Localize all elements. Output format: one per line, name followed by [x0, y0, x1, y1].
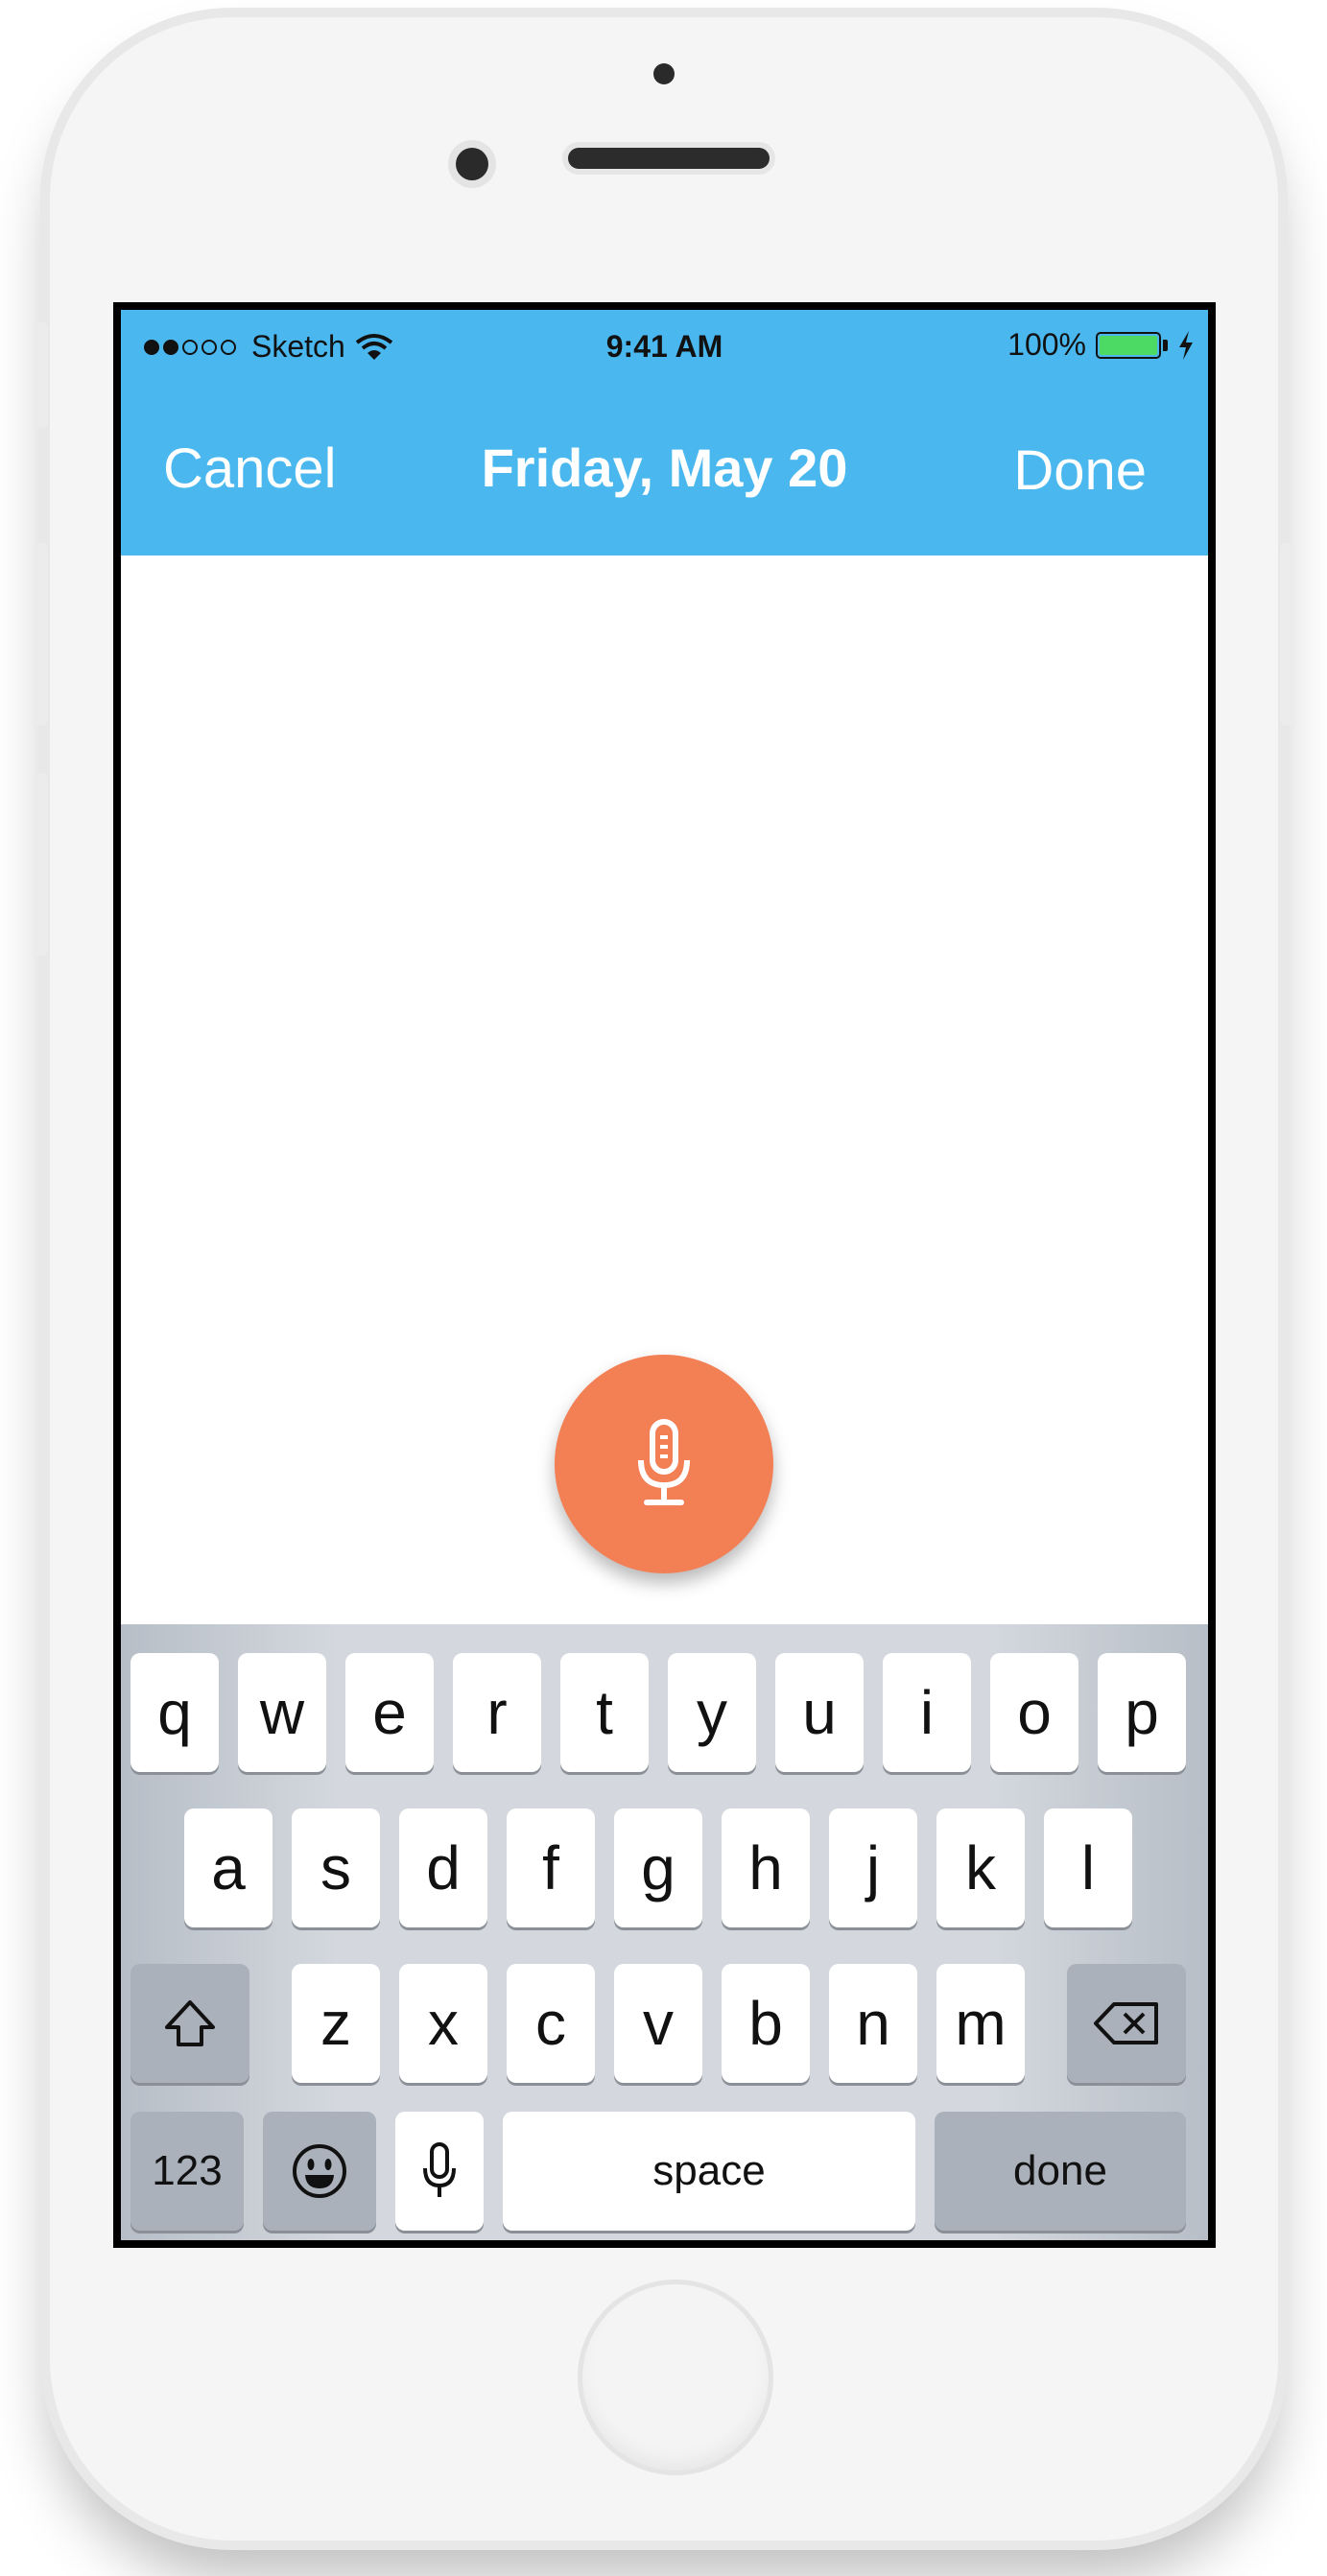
- key-j[interactable]: j: [829, 1808, 917, 1927]
- key-p[interactable]: p: [1098, 1653, 1186, 1772]
- key-v[interactable]: v: [614, 1964, 702, 2083]
- battery-icon: [1096, 331, 1161, 359]
- key-l[interactable]: l: [1044, 1808, 1132, 1927]
- key-z[interactable]: z: [292, 1964, 380, 2083]
- microphone-icon: [423, 2142, 456, 2197]
- earpiece-speaker: [568, 148, 770, 169]
- volume-up-button: [35, 543, 48, 725]
- key-k[interactable]: k: [936, 1808, 1025, 1927]
- battery-fill: [1100, 335, 1157, 355]
- status-bar: Sketch 9:41 AM 100%: [121, 310, 1208, 377]
- header: Sketch 9:41 AM 100% Cancel Friday, May 2…: [121, 310, 1208, 555]
- battery-percent: 100%: [1007, 327, 1086, 362]
- front-camera: [653, 63, 675, 84]
- key-t[interactable]: t: [560, 1653, 649, 1772]
- key-b[interactable]: b: [722, 1964, 810, 2083]
- key-a[interactable]: a: [184, 1808, 273, 1927]
- numbers-key[interactable]: 123: [130, 2112, 244, 2231]
- app-display: Sketch 9:41 AM 100% Cancel Friday, May 2…: [121, 310, 1208, 2240]
- power-button: [1280, 543, 1293, 725]
- key-h[interactable]: h: [722, 1808, 810, 1927]
- keyboard-done-key[interactable]: done: [935, 2112, 1186, 2231]
- done-button[interactable]: Done: [1013, 438, 1147, 503]
- shift-key[interactable]: [130, 1964, 249, 2083]
- key-o[interactable]: o: [990, 1653, 1078, 1772]
- emoji-key[interactable]: [263, 2112, 376, 2231]
- charging-bolt-icon: [1179, 330, 1193, 360]
- volume-down-button: [35, 773, 48, 956]
- key-x[interactable]: x: [399, 1964, 487, 2083]
- key-u[interactable]: u: [775, 1653, 864, 1772]
- key-n[interactable]: n: [829, 1964, 917, 2083]
- battery-cap: [1163, 339, 1168, 351]
- key-e[interactable]: e: [345, 1653, 434, 1772]
- key-m[interactable]: m: [936, 1964, 1025, 2083]
- proximity-sensor: [456, 148, 488, 180]
- home-button[interactable]: [578, 2280, 773, 2475]
- delete-key[interactable]: [1067, 1964, 1186, 2083]
- keyboard: q w e r t y u i o p a s d f g h j k l z …: [121, 1624, 1208, 2240]
- backspace-icon: [1094, 2002, 1158, 2044]
- key-s[interactable]: s: [292, 1808, 380, 1927]
- emoji-icon: [293, 2144, 346, 2198]
- screen: Sketch 9:41 AM 100% Cancel Friday, May 2…: [113, 302, 1216, 2248]
- key-w[interactable]: w: [238, 1653, 326, 1772]
- key-i[interactable]: i: [883, 1653, 971, 1772]
- key-f[interactable]: f: [507, 1808, 595, 1927]
- key-g[interactable]: g: [614, 1808, 702, 1927]
- space-key[interactable]: space: [503, 2112, 915, 2231]
- shift-arrow-icon: [165, 2000, 215, 2046]
- key-y[interactable]: y: [668, 1653, 756, 1772]
- key-r[interactable]: r: [453, 1653, 541, 1772]
- microphone-icon: [638, 1419, 690, 1505]
- dictation-key[interactable]: [395, 2112, 484, 2231]
- mute-switch: [35, 322, 48, 428]
- key-c[interactable]: c: [507, 1964, 595, 2083]
- key-q[interactable]: q: [130, 1653, 219, 1772]
- key-d[interactable]: d: [399, 1808, 487, 1927]
- record-button[interactable]: [555, 1355, 773, 1573]
